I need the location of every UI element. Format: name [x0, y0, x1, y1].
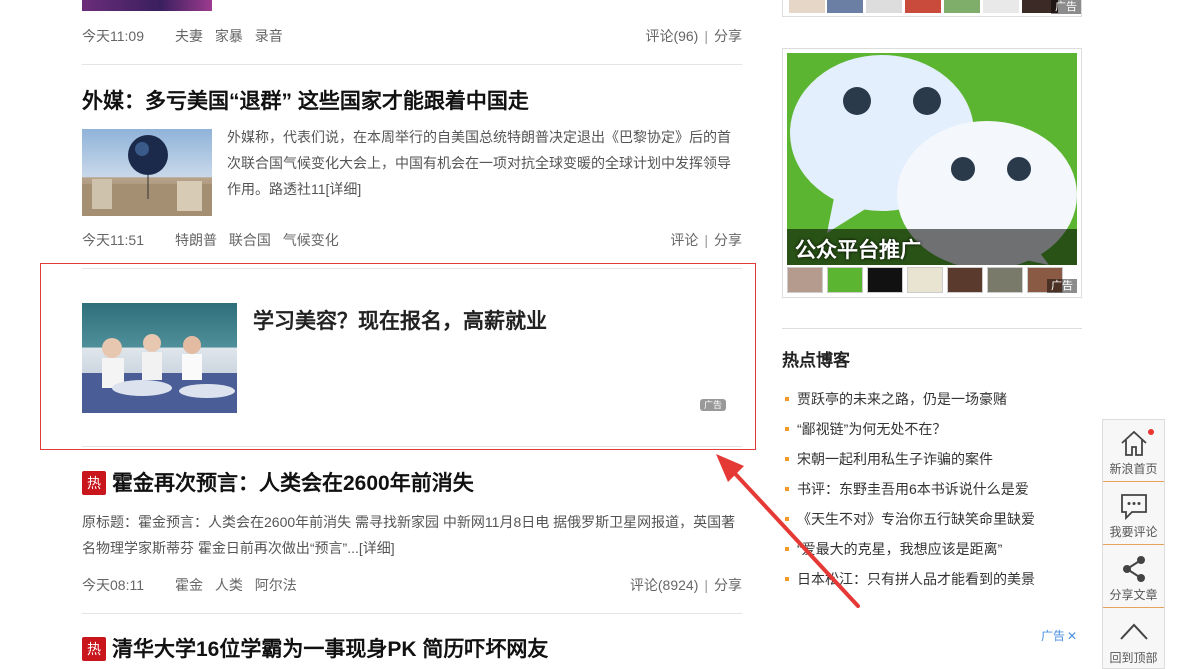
share-label: 分享文章	[1109, 588, 1158, 602]
article3-time: 今天08:11	[82, 577, 144, 593]
article2-title[interactable]: 外媒：多亏美国“退群” 这些国家才能跟着中国走	[82, 85, 529, 115]
ad-title[interactable]: 学习美容？现在报名，高薪就业	[253, 305, 547, 335]
side-divider	[782, 328, 1082, 329]
blog-link[interactable]: 宋朝一起利用私生子诈骗的案件	[782, 448, 1082, 478]
article4-title[interactable]: 热清华大学16位学霸为一事现身PK 简历吓坏网友	[82, 633, 548, 663]
article3-tags: 霍金 人类 阿尔法	[175, 575, 305, 595]
chevron-up-icon	[1120, 623, 1148, 640]
divider	[82, 64, 742, 65]
detail-link[interactable]: [详细]	[359, 540, 395, 556]
blog-link[interactable]: 《天生不对》专治你五行缺笑命里缺爱	[782, 508, 1082, 538]
wechat-promo[interactable]: 公众平台推广 广告	[782, 48, 1082, 298]
ad-badge: 广告	[700, 399, 726, 411]
divider	[82, 446, 742, 447]
article3-summary: 原标题：霍金预言：人类会在2600年前消失 需寻找新家园 中新网11月8日电 据…	[82, 509, 744, 561]
home-icon	[1121, 430, 1147, 456]
blog-link[interactable]: “鄙视链”为何无处不在？	[782, 418, 1082, 448]
promo-thumb[interactable]	[867, 267, 903, 293]
blog-link[interactable]: 日本松江：只有拼人品才能看到的美景	[782, 568, 1082, 598]
ad-tag: 广告	[1051, 0, 1081, 14]
close-icon[interactable]: ✕	[1067, 629, 1077, 643]
blog-link[interactable]: 书评：东野圭吾用6本书诉说什么是爱	[782, 478, 1082, 508]
tag-link[interactable]: 霍金	[175, 577, 203, 593]
article1-image[interactable]	[82, 0, 212, 11]
ad-image[interactable]	[82, 303, 237, 413]
share-icon	[1123, 556, 1145, 582]
promo-thumb[interactable]	[907, 267, 943, 293]
divider	[82, 613, 742, 614]
tag-link[interactable]: 特朗普	[175, 232, 217, 248]
comment-label: 我要评论	[1109, 525, 1158, 539]
summary-text: 原标题：霍金预言：人类会在2600年前消失 需寻找新家园 中新网11月8日电 据…	[82, 514, 736, 556]
article4-title-text[interactable]: 清华大学16位学霸为一事现身PK 简历吓坏网友	[112, 638, 548, 661]
promo-thumb[interactable]	[987, 267, 1023, 293]
tag-link[interactable]: 家暴	[215, 28, 243, 44]
article1-actions: 评论(96) | 分享	[645, 26, 742, 46]
promo-thumb[interactable]	[827, 267, 863, 293]
ad-thumb[interactable]	[983, 0, 1019, 13]
blog-link[interactable]: 贾跃亭的未来之路，仍是一场豪赌	[782, 388, 1082, 418]
hot-blogs-heading: 热点博客	[782, 351, 850, 370]
article2-actions: 评论 | 分享	[670, 230, 742, 250]
tag-link[interactable]: 录音	[255, 28, 283, 44]
share-button[interactable]: 分享文章	[1103, 546, 1164, 608]
article1-meta: 今天11:09 夫妻 家暴 录音 评论(96) | 分享	[82, 26, 742, 46]
article2-meta: 今天11:51 特朗普 联合国 气候变化 评论 | 分享	[82, 230, 742, 250]
home-button[interactable]: 新浪首页	[1103, 420, 1164, 482]
article2-tags: 特朗普 联合国 气候变化	[175, 230, 347, 250]
tag-link[interactable]: 夫妻	[175, 28, 203, 44]
article3-title[interactable]: 热霍金再次预言：人类会在2600年前消失	[82, 467, 474, 497]
ad-thumb[interactable]	[944, 0, 980, 13]
summary-text: 外媒称，代表们说，在本周举行的自美国总统特朗普决定退出《巴黎协定》后的首次联合国…	[227, 129, 731, 197]
share-link[interactable]: 分享	[714, 577, 742, 593]
beauty-class-illustration	[82, 334, 237, 413]
article1-time: 今天11:09	[82, 28, 144, 44]
promo-title: 公众平台推广	[795, 239, 921, 262]
ad-thumb[interactable]	[827, 0, 863, 13]
comment-link[interactable]: 评论(96)	[645, 28, 698, 44]
article3-meta: 今天08:11 霍金 人类 阿尔法 评论(8924) | 分享	[82, 575, 742, 595]
share-link[interactable]: 分享	[714, 28, 742, 44]
notification-dot	[1148, 429, 1154, 435]
comment-link[interactable]: 评论(8924)	[630, 577, 698, 593]
ad-thumb[interactable]	[905, 0, 941, 13]
floating-toolbar: 新浪首页 我要评论 分享文章 回到顶部	[1102, 419, 1165, 669]
comment-link[interactable]: 评论	[670, 232, 698, 248]
top-label: 回到顶部	[1109, 651, 1158, 665]
comment-button[interactable]: 我要评论	[1103, 483, 1164, 545]
wechat-logo-image[interactable]: 公众平台推广	[787, 53, 1077, 265]
article1-tags: 夫妻 家暴 录音	[175, 26, 291, 46]
article2-time: 今天11:51	[82, 232, 144, 248]
tag-link[interactable]: 人类	[215, 577, 243, 593]
detail-link[interactable]: [详细]	[326, 181, 362, 197]
ad-thumb[interactable]	[866, 0, 902, 13]
tag-link[interactable]: 气候变化	[283, 232, 339, 248]
hot-badge: 热	[82, 471, 106, 495]
hot-blogs-list: 贾跃亭的未来之路，仍是一场豪赌 “鄙视链”为何无处不在？ 宋朝一起利用私生子诈骗…	[782, 388, 1082, 598]
separator: |	[704, 28, 708, 44]
article2-image[interactable]	[82, 129, 212, 216]
article3-actions: 评论(8924) | 分享	[630, 575, 742, 595]
promo-thumb[interactable]	[787, 267, 823, 293]
share-link[interactable]: 分享	[714, 232, 742, 248]
hot-badge: 热	[82, 637, 106, 661]
top-ad-strip[interactable]: 广告	[782, 0, 1082, 17]
back-to-top-button[interactable]: 回到顶部	[1103, 609, 1164, 669]
ad-thumb[interactable]	[789, 0, 825, 13]
ad-label: 广告	[1041, 629, 1066, 643]
promo-thumb[interactable]	[947, 267, 983, 293]
ad-tag: 广告	[1047, 279, 1077, 293]
article3-title-text[interactable]: 霍金再次预言：人类会在2600年前消失	[112, 472, 474, 495]
home-label: 新浪首页	[1109, 462, 1158, 476]
comment-icon	[1121, 494, 1147, 521]
ad-close-button[interactable]: 广告 ✕	[1041, 627, 1083, 644]
globe-balloon-illustration	[82, 135, 212, 216]
tag-link[interactable]: 阿尔法	[255, 577, 297, 593]
separator: |	[704, 577, 708, 593]
tag-link[interactable]: 联合国	[229, 232, 271, 248]
blog-link[interactable]: “爱最大的克星，我想应该是距离”	[782, 538, 1082, 568]
separator: |	[704, 232, 708, 248]
promo-thumbs: 广告	[787, 267, 1077, 295]
article2-summary: 外媒称，代表们说，在本周举行的自美国总统特朗普决定退出《巴黎协定》后的首次联合国…	[227, 124, 742, 202]
